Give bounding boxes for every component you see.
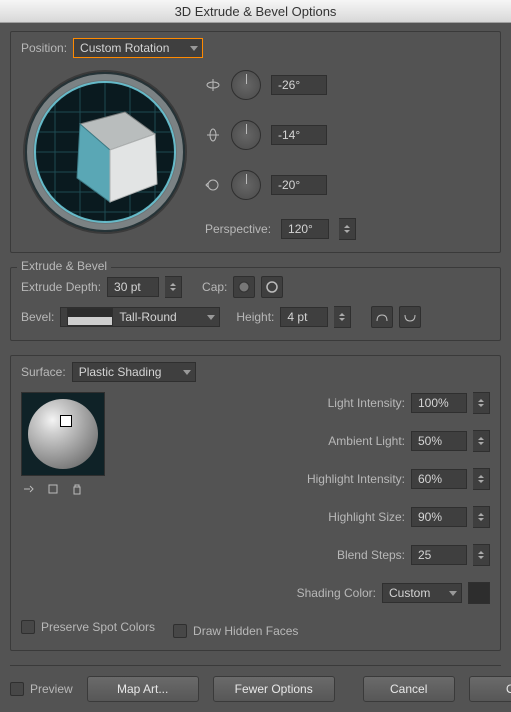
rotate-y-value: -14° [278,128,300,142]
light-intensity-label: Light Intensity: [281,396,405,410]
preview-label: Preview [30,682,73,696]
highlight-size-label: Highlight Size: [281,510,405,524]
highlight-size-field[interactable]: 90% [411,507,467,527]
rotate-x-knob[interactable] [231,70,261,100]
draw-hidden-checkbox[interactable] [173,624,187,638]
ambient-light-field[interactable]: 50% [411,431,467,451]
rotate-x-icon [205,77,221,93]
map-art-label: Map Art... [117,682,168,696]
bevel-preset-value: Tall-Round [119,310,193,324]
surface-label: Surface: [21,365,66,379]
new-light-icon[interactable] [45,482,61,496]
perspective-stepper[interactable] [339,218,356,240]
position-label: Position: [21,41,67,55]
highlight-intensity-value: 60% [418,472,442,486]
position-preset-value: Custom Rotation [80,41,169,55]
highlight-size-value: 90% [418,510,442,524]
bevel-extent-in-button[interactable] [371,306,393,328]
bevel-label: Bevel: [21,310,54,324]
chevron-down-icon [449,591,457,596]
map-art-button[interactable]: Map Art... [87,676,199,702]
ambient-light-value: 50% [418,434,442,448]
perspective-value: 120° [288,222,313,236]
rotate-z-icon [205,177,221,193]
position-group: Position: Custom Rotation [10,31,501,253]
cap-on-button[interactable] [233,276,255,298]
blend-steps-stepper[interactable] [473,544,490,566]
bevel-height-value: 4 pt [287,310,307,324]
rotate-z-knob[interactable] [231,170,261,200]
rotate-z-field[interactable]: -20° [271,175,327,195]
preserve-spot-label: Preserve Spot Colors [41,620,155,634]
position-preset-select[interactable]: Custom Rotation [73,38,203,58]
extrude-depth-stepper[interactable] [165,276,182,298]
ambient-light-stepper[interactable] [473,430,490,452]
shading-color-value: Custom [389,586,430,600]
highlight-intensity-label: Highlight Intensity: [281,472,405,486]
blend-steps-value: 25 [418,548,431,562]
perspective-field[interactable]: 120° [281,219,329,239]
ok-label: OK [506,682,511,696]
rotate-y-field[interactable]: -14° [271,125,327,145]
rotate-x-field[interactable]: -26° [271,75,327,95]
cap-label: Cap: [202,280,227,294]
chevron-down-icon [183,370,191,375]
surface-preset-value: Plastic Shading [79,365,162,379]
rotate-y-knob[interactable] [231,120,261,150]
move-light-back-icon[interactable] [21,482,37,496]
preserve-spot-checkbox[interactable] [21,620,35,634]
bevel-preset-select[interactable]: Tall-Round [60,307,220,327]
light-sphere-preview[interactable] [21,392,105,476]
extrude-depth-label: Extrude Depth: [21,280,101,294]
titlebar: 3D Extrude & Bevel Options [0,0,511,23]
shading-color-select[interactable]: Custom [382,583,462,603]
cap-off-button[interactable] [261,276,283,298]
rotate-y-icon [205,127,221,143]
cancel-label: Cancel [390,682,427,696]
perspective-label: Perspective: [205,222,271,236]
highlight-size-stepper[interactable] [473,506,490,528]
light-intensity-field[interactable]: 100% [411,393,467,413]
dialog-title: 3D Extrude & Bevel Options [175,4,337,19]
blend-steps-field[interactable]: 25 [411,545,467,565]
draw-hidden-label: Draw Hidden Faces [193,624,298,638]
highlight-intensity-field[interactable]: 60% [411,469,467,489]
extrude-depth-value: 30 pt [114,280,141,294]
blend-steps-label: Blend Steps: [281,548,405,562]
extrude-depth-field[interactable]: 30 pt [107,277,159,297]
chevron-down-icon [207,315,215,320]
preview-checkbox[interactable] [10,682,24,696]
fewer-options-button[interactable]: Fewer Options [213,676,335,702]
shading-color-label: Shading Color: [252,586,376,600]
chevron-down-icon [190,46,198,51]
ok-button[interactable]: OK [469,676,511,702]
light-intensity-stepper[interactable] [473,392,490,414]
bevel-preview-swatch [67,308,113,326]
surface-preset-select[interactable]: Plastic Shading [72,362,196,382]
surface-group: Surface: Plastic Shading Light Intensit [10,355,501,651]
rotate-x-value: -26° [278,78,300,92]
shading-color-swatch[interactable] [468,582,490,604]
extrude-bevel-title: Extrude & Bevel [17,259,111,273]
rotation-cube-preview[interactable] [23,70,187,234]
light-handle[interactable] [60,415,72,427]
extrude-bevel-group: Extrude & Bevel Extrude Depth: 30 pt Cap… [10,267,501,341]
ambient-light-label: Ambient Light: [281,434,405,448]
bevel-extent-out-button[interactable] [399,306,421,328]
bevel-height-field[interactable]: 4 pt [280,307,328,327]
bevel-height-label: Height: [236,310,274,324]
bevel-height-stepper[interactable] [334,306,351,328]
dialog-footer: Preview Map Art... Fewer Options Cancel … [10,665,501,702]
delete-light-icon[interactable] [69,482,85,496]
cancel-button[interactable]: Cancel [363,676,455,702]
fewer-options-label: Fewer Options [235,682,313,696]
rotate-z-value: -20° [278,178,300,192]
highlight-intensity-stepper[interactable] [473,468,490,490]
light-intensity-value: 100% [418,396,449,410]
